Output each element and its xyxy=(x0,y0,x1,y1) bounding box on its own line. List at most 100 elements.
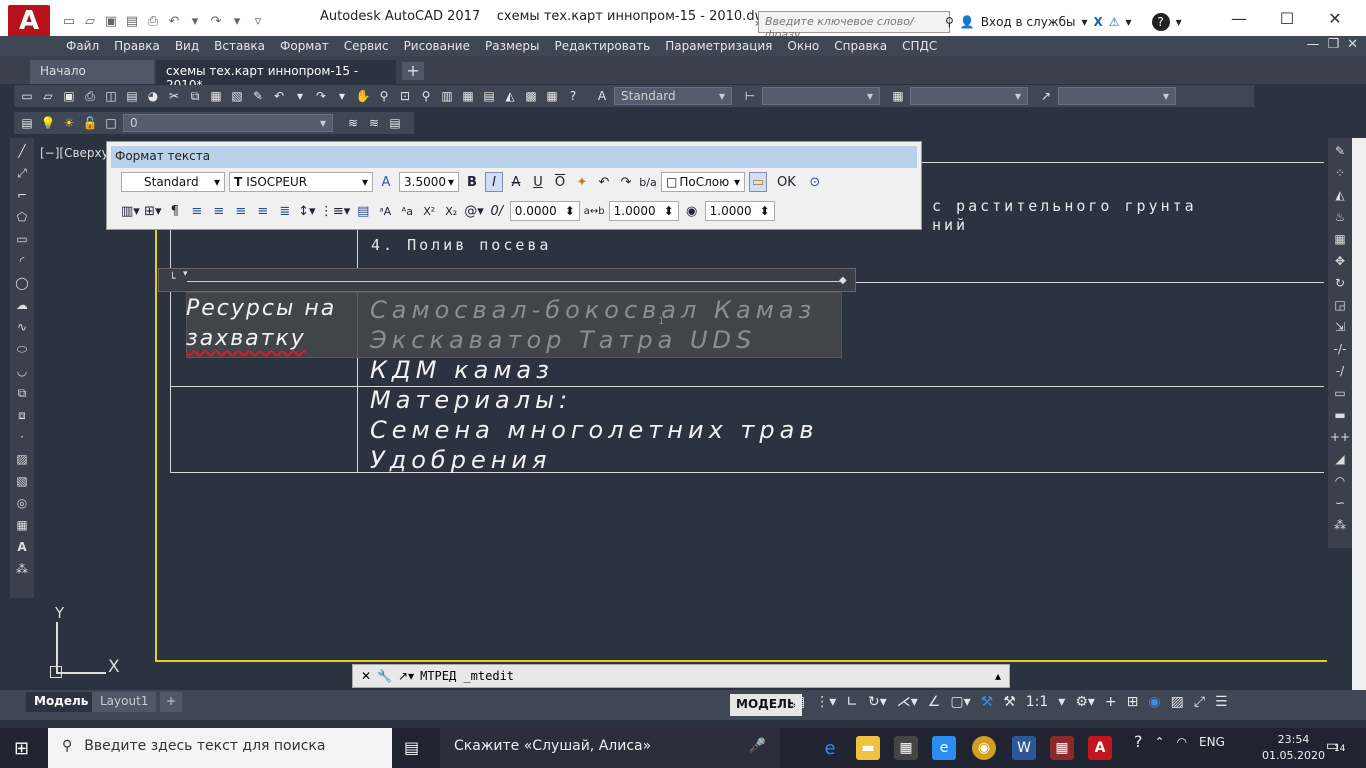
ortho-icon[interactable]: ∟ xyxy=(846,694,858,710)
tab-drawing[interactable]: схемы тех.карт иннопром-15 - 2010* xyxy=(156,60,396,92)
construction-line-icon[interactable]: ⤢ xyxy=(13,164,31,182)
dialog-title[interactable]: Формат текста xyxy=(111,146,917,168)
extend-icon[interactable]: -/ xyxy=(1331,362,1349,380)
a360-icon[interactable]: ⚠ xyxy=(1109,15,1120,29)
units-icon[interactable]: ⊞ xyxy=(1127,694,1139,710)
overline-button[interactable]: O xyxy=(551,172,569,192)
break-icon[interactable]: ▭ xyxy=(1331,384,1349,402)
help-tray-icon[interactable]: ? xyxy=(1134,732,1143,751)
fillet-icon[interactable]: ◠ xyxy=(1331,472,1349,490)
make-current-icon[interactable]: ≋ xyxy=(344,114,362,132)
network-icon[interactable]: ◠ xyxy=(1177,735,1187,749)
distribute-icon[interactable]: ≣ xyxy=(276,201,294,221)
print-icon[interactable]: ⎙ xyxy=(144,12,162,30)
open-file-icon[interactable]: ▱ xyxy=(81,12,99,30)
text-style-select[interactable]: Standard ▾ xyxy=(614,87,732,105)
resources-label-line1[interactable]: Ресурсы на xyxy=(186,296,336,321)
stack-icon[interactable]: b/a xyxy=(639,172,657,192)
help-icon[interactable]: ? xyxy=(1151,13,1170,31)
pan-icon[interactable]: ✋ xyxy=(354,87,372,105)
make-block-icon[interactable]: ⧈ xyxy=(13,406,31,424)
cortana-box[interactable]: Скажите «Слушай, Алиса» 🎤 xyxy=(440,728,780,768)
underline-button[interactable]: U xyxy=(529,172,547,192)
insert-block-icon[interactable]: ⧉ xyxy=(13,384,31,402)
close-icon[interactable]: ✕ xyxy=(361,669,371,683)
redo-icon[interactable]: ↷ xyxy=(312,87,330,105)
menu-item-format[interactable]: Формат xyxy=(280,39,329,53)
autocad-logo-icon[interactable]: A xyxy=(8,5,50,37)
undo-dropdown-icon[interactable]: ▾ xyxy=(291,87,309,105)
layer-lock-icon[interactable]: 🔓 xyxy=(81,114,99,132)
dim-style-select[interactable]: ▾ xyxy=(762,87,880,105)
spinner-icon[interactable]: ⬍ xyxy=(565,204,575,218)
paste-icon[interactable]: ▦ xyxy=(207,87,225,105)
new-file-icon[interactable]: ▭ xyxy=(60,12,78,30)
autocad-taskbar-icon[interactable]: A xyxy=(1088,736,1112,760)
customize-qa-icon[interactable]: ▿ xyxy=(249,12,267,30)
menu-item-insert[interactable]: Вставка xyxy=(214,39,265,53)
spline-icon[interactable]: ∿ xyxy=(13,318,31,336)
ellipse-icon[interactable]: ⬭ xyxy=(13,340,31,358)
isolate-objects-icon[interactable]: ◉ xyxy=(1148,694,1160,710)
options-icon[interactable]: ⊙ xyxy=(806,172,824,192)
layer-select[interactable]: 0 ▾ xyxy=(123,114,333,132)
resources-label-line2[interactable]: захватку xyxy=(186,326,306,351)
subscript-icon[interactable]: X₂ xyxy=(442,201,460,221)
winrar-icon[interactable]: ▦ xyxy=(1050,736,1074,760)
line-icon[interactable]: ╱ xyxy=(13,142,31,160)
polygon-icon[interactable]: ⬠ xyxy=(13,208,31,226)
table-style-select[interactable]: ▾ xyxy=(910,87,1028,105)
align-center-icon[interactable]: ≡ xyxy=(210,201,228,221)
layer-on-icon[interactable]: 💡 xyxy=(39,114,57,132)
tool-palettes-icon[interactable]: ▤ xyxy=(480,87,498,105)
clean-screen-icon[interactable]: ⤢ xyxy=(1194,694,1205,710)
save-icon[interactable]: ▣ xyxy=(102,12,120,30)
wrench-icon[interactable]: 🔧 xyxy=(377,669,392,683)
menu-item-draw[interactable]: Рисование xyxy=(404,39,470,53)
columns-icon[interactable]: ▥▾ xyxy=(121,201,140,221)
edge-icon[interactable]: e xyxy=(818,736,842,760)
arc-icon[interactable]: ◜ xyxy=(13,252,31,270)
layer-state-icon[interactable]: ▤ xyxy=(386,114,404,132)
strikethrough-button[interactable]: A xyxy=(507,172,525,192)
chamfer-icon[interactable]: ◢ xyxy=(1331,450,1349,468)
clock[interactable]: 23:54 01.05.2020 xyxy=(1262,732,1325,764)
redo-dropdown-icon[interactable]: ▾ xyxy=(228,12,246,30)
close-button[interactable]: ✕ xyxy=(1312,6,1358,30)
break-at-point-icon[interactable]: ▬ xyxy=(1331,406,1349,424)
task-view-icon[interactable]: ▤ xyxy=(404,738,419,757)
command-line[interactable]: ✕ 🔧 ↗▾ МТРЕД _mtedit ▴ xyxy=(352,664,1010,688)
design-center-icon[interactable]: ▦ xyxy=(459,87,477,105)
ellipse-arc-icon[interactable]: ◡ xyxy=(13,362,31,380)
trim-icon[interactable]: -/- xyxy=(1331,340,1349,358)
redo-icon[interactable]: ↷ xyxy=(617,172,635,192)
open-icon[interactable]: ▱ xyxy=(39,87,57,105)
login-label[interactable]: Вход в службы xyxy=(981,15,1076,29)
menu-item-view[interactable]: Вид xyxy=(175,39,199,53)
justification-icon[interactable]: ⊞▾ xyxy=(144,201,162,221)
osnap-icon[interactable]: ▢▾ xyxy=(950,694,970,710)
plus-icon[interactable]: + xyxy=(1105,694,1117,710)
gradient-icon[interactable]: ▧ xyxy=(13,472,31,490)
mleader-style-select[interactable]: ▾ xyxy=(1058,87,1176,105)
redo-icon[interactable]: ↷ xyxy=(207,12,225,30)
object-snap-tracking-icon[interactable]: ∠ xyxy=(928,694,941,710)
match-format-icon[interactable]: ✦ xyxy=(573,172,591,192)
exchange-apps-icon[interactable]: X xyxy=(1094,15,1103,29)
annotative-icon[interactable]: A xyxy=(377,172,395,192)
line-spacing-icon[interactable]: ↕▾ xyxy=(298,201,316,221)
undo-icon[interactable]: ↶ xyxy=(165,12,183,30)
graphics-performance-icon[interactable]: ▨ xyxy=(1171,694,1184,710)
vertical-scrollbar[interactable] xyxy=(1352,138,1366,690)
match-props-icon[interactable]: ✎ xyxy=(249,87,267,105)
grid-icon[interactable]: ▦ xyxy=(792,694,805,710)
width-factor-input[interactable]: 1.0000 ⬍ xyxy=(704,201,775,221)
paragraph-icon[interactable]: ¶ xyxy=(166,201,184,221)
menu-item-file[interactable]: Файл xyxy=(66,39,99,53)
scale-icon[interactable]: ◲ xyxy=(1331,296,1349,314)
menu-item-modify[interactable]: Редактировать xyxy=(555,39,651,53)
store-icon[interactable]: ▦ xyxy=(894,736,918,760)
tab-stop-icon[interactable]: └ xyxy=(169,272,176,285)
copy-icon[interactable]: ⧉ xyxy=(186,87,204,105)
login-dropdown-icon[interactable]: ▾ xyxy=(1081,15,1087,29)
